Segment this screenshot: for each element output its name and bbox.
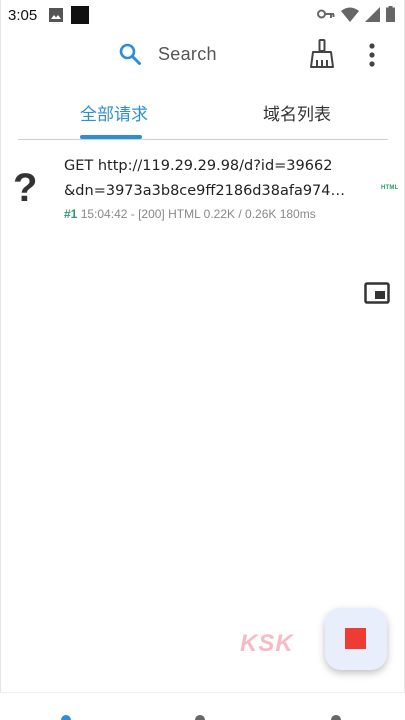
search-input[interactable]: Search: [158, 44, 217, 65]
request-details: 15:04:42 - [200] HTML 0.22K / 0.26K 180m…: [80, 207, 316, 221]
tab-indicator: [80, 135, 142, 139]
nav-requests-icon[interactable]: [61, 715, 71, 720]
tab-domain-list[interactable]: 域名列表: [263, 100, 331, 125]
battery-icon: [386, 6, 395, 22]
bottom-nav: [0, 692, 405, 720]
broom-icon[interactable]: [309, 39, 335, 69]
request-meta: #1 15:04:42 - [200] HTML 0.22K / 0.26K 1…: [64, 207, 316, 221]
signal-icon: [365, 6, 380, 22]
request-row[interactable]: ? GET http://119.29.29.98/d?id=39662 &dn…: [0, 150, 405, 230]
tab-bar: 全部请求 域名列表: [18, 86, 388, 140]
picture-in-picture-icon[interactable]: [364, 282, 390, 304]
content-type-badge: HTML: [381, 185, 399, 191]
request-url-line2: &dn=3973a3b8ce9ff2186d38afa974…: [64, 183, 346, 199]
vpn-key-icon: [317, 9, 335, 19]
status-time: 3:05: [8, 6, 38, 24]
status-left-icons: [49, 6, 90, 24]
nav-tools-icon[interactable]: [195, 715, 205, 720]
nav-profile-icon[interactable]: [331, 715, 341, 720]
toolbar: Search: [0, 30, 405, 80]
more-vert-icon[interactable]: [363, 41, 381, 69]
stop-icon: [345, 628, 366, 649]
stop-capture-button[interactable]: [325, 608, 387, 670]
status-bar: 3:05: [0, 0, 405, 30]
image-icon: [49, 8, 64, 22]
request-id: #1: [64, 207, 78, 221]
question-mark-icon: ?: [13, 166, 38, 210]
left-edge: [0, 0, 1, 720]
tab-all-requests[interactable]: 全部请求: [80, 100, 148, 125]
search-icon[interactable]: [118, 42, 142, 66]
watermark-logo: KSK: [240, 630, 294, 657]
request-url-line1: GET http://119.29.29.98/d?id=39662: [64, 158, 333, 174]
app-square-icon: [71, 6, 90, 24]
status-right-icons: [317, 6, 395, 22]
wifi-icon: [341, 7, 359, 22]
